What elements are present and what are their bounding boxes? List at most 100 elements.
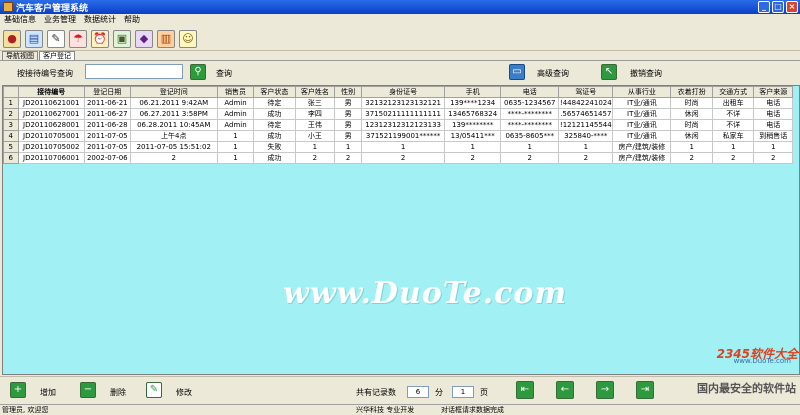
table-cell[interactable]: 371521199001******	[361, 130, 446, 142]
table-cell[interactable]: 电话	[753, 97, 793, 109]
row-number-cell[interactable]: 2	[3, 108, 19, 120]
alarm-clock-icon[interactable]: ⏰	[91, 29, 109, 48]
first-page-icon[interactable]: ⇤	[516, 381, 534, 399]
umbrella-icon[interactable]: ☂	[69, 29, 87, 48]
picture-icon[interactable]: ▣	[113, 29, 131, 48]
column-header[interactable]: 从事行业	[612, 86, 672, 98]
table-cell[interactable]: 06.27.2011 3:58PM	[129, 108, 218, 120]
table-cell[interactable]: 电话	[753, 119, 793, 131]
table-cell[interactable]: 男	[334, 119, 363, 131]
close-button[interactable]: ×	[786, 1, 798, 13]
add-label[interactable]: 增加	[40, 387, 56, 398]
users-icon[interactable]: ●	[3, 29, 21, 48]
gift-icon[interactable]: ▥	[157, 29, 175, 48]
table-cell[interactable]: 时尚	[670, 97, 713, 109]
row-number-cell[interactable]: 6	[3, 152, 19, 164]
table-cell[interactable]: 房产/建筑/装修	[612, 141, 672, 153]
add-icon[interactable]: +	[10, 382, 26, 398]
table-cell[interactable]: ****-********	[500, 108, 560, 120]
row-number-cell[interactable]: 3	[3, 119, 19, 131]
table-cell[interactable]: 1	[670, 141, 713, 153]
edit-icon[interactable]: ✎	[47, 29, 65, 48]
table-cell[interactable]: 电话	[753, 108, 793, 120]
table-cell[interactable]: 上午4点	[129, 130, 218, 142]
delete-icon[interactable]: −	[80, 382, 96, 398]
table-cell[interactable]: 休闲	[670, 108, 713, 120]
table-cell[interactable]: 1	[216, 152, 255, 164]
table-cell[interactable]: 成功	[253, 108, 296, 120]
table-cell[interactable]: 1	[216, 141, 255, 153]
table-cell[interactable]: 失败	[253, 141, 296, 153]
table-cell[interactable]: 1	[500, 141, 560, 153]
table-cell[interactable]: IT业/通讯	[612, 119, 672, 131]
table-cell[interactable]: 2	[670, 152, 713, 164]
table-cell[interactable]: 到稍售话	[753, 130, 793, 142]
table-cell[interactable]: 32132123123132121	[361, 97, 446, 109]
table-cell[interactable]: 1	[216, 130, 255, 142]
column-header[interactable]: 性别	[334, 86, 363, 98]
table-cell[interactable]: Admin	[216, 108, 255, 120]
table-cell[interactable]: 2002-07-06	[83, 152, 131, 164]
table-cell[interactable]: 时尚	[670, 119, 713, 131]
table-cell[interactable]: 1	[444, 141, 502, 153]
table-cell[interactable]: 12312312312123133	[361, 119, 446, 131]
delete-label[interactable]: 删除	[110, 387, 126, 398]
column-header[interactable]: 登记日期	[83, 86, 131, 98]
table-cell[interactable]: .56574651457	[558, 108, 614, 120]
menu-basic-info[interactable]: 基础信息	[0, 14, 40, 26]
table-cell[interactable]: IT业/通讯	[612, 108, 672, 120]
table-cell[interactable]: 1	[334, 141, 363, 153]
table-cell[interactable]: 不详	[711, 119, 755, 131]
table-cell[interactable]: 2011-06-21	[83, 97, 131, 109]
table-cell[interactable]: JD20110705002	[17, 141, 85, 153]
table-cell[interactable]: Admin	[216, 119, 255, 131]
table-cell[interactable]: 2	[444, 152, 502, 164]
table-cell[interactable]: 成功	[253, 130, 296, 142]
next-page-icon[interactable]: →	[596, 381, 614, 399]
current-page-input[interactable]: 1	[452, 386, 474, 398]
table-row[interactable]: 2 JD20110627001 2011-06-27 06.27.2011 3:58P…	[3, 108, 793, 120]
menu-business[interactable]: 业务管理	[40, 14, 80, 26]
table-cell[interactable]: 1	[294, 141, 336, 153]
table-cell[interactable]: JD20110705001	[17, 130, 85, 142]
table-cell[interactable]: ****-********	[500, 119, 560, 131]
table-cell[interactable]: 139********	[444, 119, 502, 131]
search-icon[interactable]: ⚲	[190, 64, 206, 80]
table-cell[interactable]: 2	[711, 152, 755, 164]
advanced-search-label[interactable]: 高级查询	[537, 68, 569, 79]
table-cell[interactable]: 1	[558, 141, 614, 153]
table-cell[interactable]: 待定	[253, 97, 296, 109]
table-cell[interactable]: JD20110627001	[17, 108, 85, 120]
menu-statistics[interactable]: 数据统计	[80, 14, 120, 26]
table-cell[interactable]: !12121145544	[558, 119, 614, 131]
table-cell[interactable]: 张三	[294, 97, 336, 109]
table-cell[interactable]: 王伟	[294, 119, 336, 131]
prev-page-icon[interactable]: ←	[556, 381, 574, 399]
table-cell[interactable]: 13/05411***	[444, 130, 502, 142]
edit-label[interactable]: 修改	[176, 387, 192, 398]
maximize-button[interactable]: □	[772, 1, 784, 13]
column-header[interactable]: 销售员	[216, 86, 255, 98]
table-cell[interactable]: 06.21.2011 9:42AM	[129, 97, 218, 109]
table-cell[interactable]: 小王	[294, 130, 336, 142]
row-number-cell[interactable]: 4	[3, 130, 19, 142]
table-cell[interactable]: Admin	[216, 97, 255, 109]
search-input[interactable]	[85, 64, 183, 79]
column-header[interactable]: 交通方式	[711, 86, 755, 98]
edit-record-icon[interactable]: ✎	[146, 382, 162, 398]
table-cell[interactable]: 2011-07-05	[83, 130, 131, 142]
table-row[interactable]: 3 JD20110628001 2011-06-28 06.28.2011 10:45…	[3, 119, 793, 131]
column-header[interactable]	[3, 86, 19, 98]
table-cell[interactable]: 13465768324	[444, 108, 502, 120]
advanced-search-icon[interactable]: ▭	[509, 64, 525, 80]
table-cell[interactable]: 325840-****	[558, 130, 614, 142]
table-cell[interactable]: 私家车	[711, 130, 755, 142]
table-cell[interactable]: !44842241024	[558, 97, 614, 109]
table-cell[interactable]: 待定	[253, 119, 296, 131]
undo-search-label[interactable]: 撤销查询	[630, 68, 662, 79]
table-row[interactable]: 1 JD20110621001 2011-06-21 06.21.2011 9:42A…	[3, 97, 793, 109]
column-header[interactable]: 客户状态	[253, 86, 296, 98]
runner-icon[interactable]: ☺	[179, 29, 197, 48]
tab-customer-registration[interactable]: 客户登记	[39, 51, 75, 60]
tab-navigation-view[interactable]: 导航视图	[2, 51, 38, 60]
